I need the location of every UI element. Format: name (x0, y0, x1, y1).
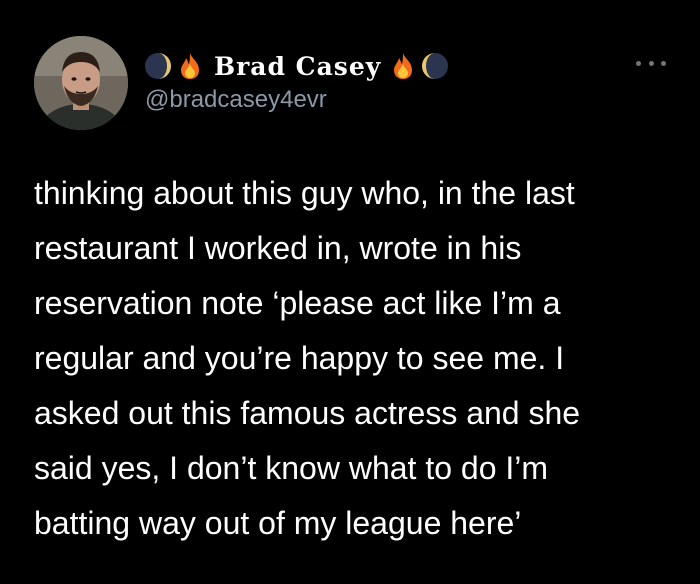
avatar[interactable] (34, 36, 128, 130)
tweet-card: Brad Casey @bradcasey4evr thinking about… (0, 0, 700, 584)
moon-icon (144, 52, 172, 80)
tweet-text-line: regular and you’re happy to see me. I (34, 340, 565, 376)
user-name-row[interactable]: Brad Casey (144, 48, 453, 84)
avatar-image (34, 36, 128, 130)
more-dot (648, 60, 654, 66)
tweet-text-line: asked out this famous actress and she (34, 395, 581, 431)
tweet-text-line: thinking about this guy who, in the last (34, 175, 575, 211)
tweet-text-line: said yes, I don’t know what to do I’m (34, 450, 549, 486)
more-options-icon[interactable] (636, 56, 666, 70)
more-dot (636, 60, 641, 66)
tweet-text-line: batting way out of my league here’ (34, 505, 522, 541)
more-dot (661, 60, 666, 66)
display-name[interactable]: Brad Casey (214, 52, 381, 81)
tweet-text-line: restaurant I worked in, wrote in his (34, 230, 522, 266)
user-handle[interactable]: @bradcasey4evr (145, 86, 327, 114)
tweet-text-line: reservation note ‘please act like I’m a (34, 285, 561, 321)
moon-icon (421, 52, 449, 80)
fire-icon (389, 52, 417, 80)
fire-icon (176, 52, 204, 80)
tweet-text: thinking about this guy who, in the last… (34, 166, 684, 551)
